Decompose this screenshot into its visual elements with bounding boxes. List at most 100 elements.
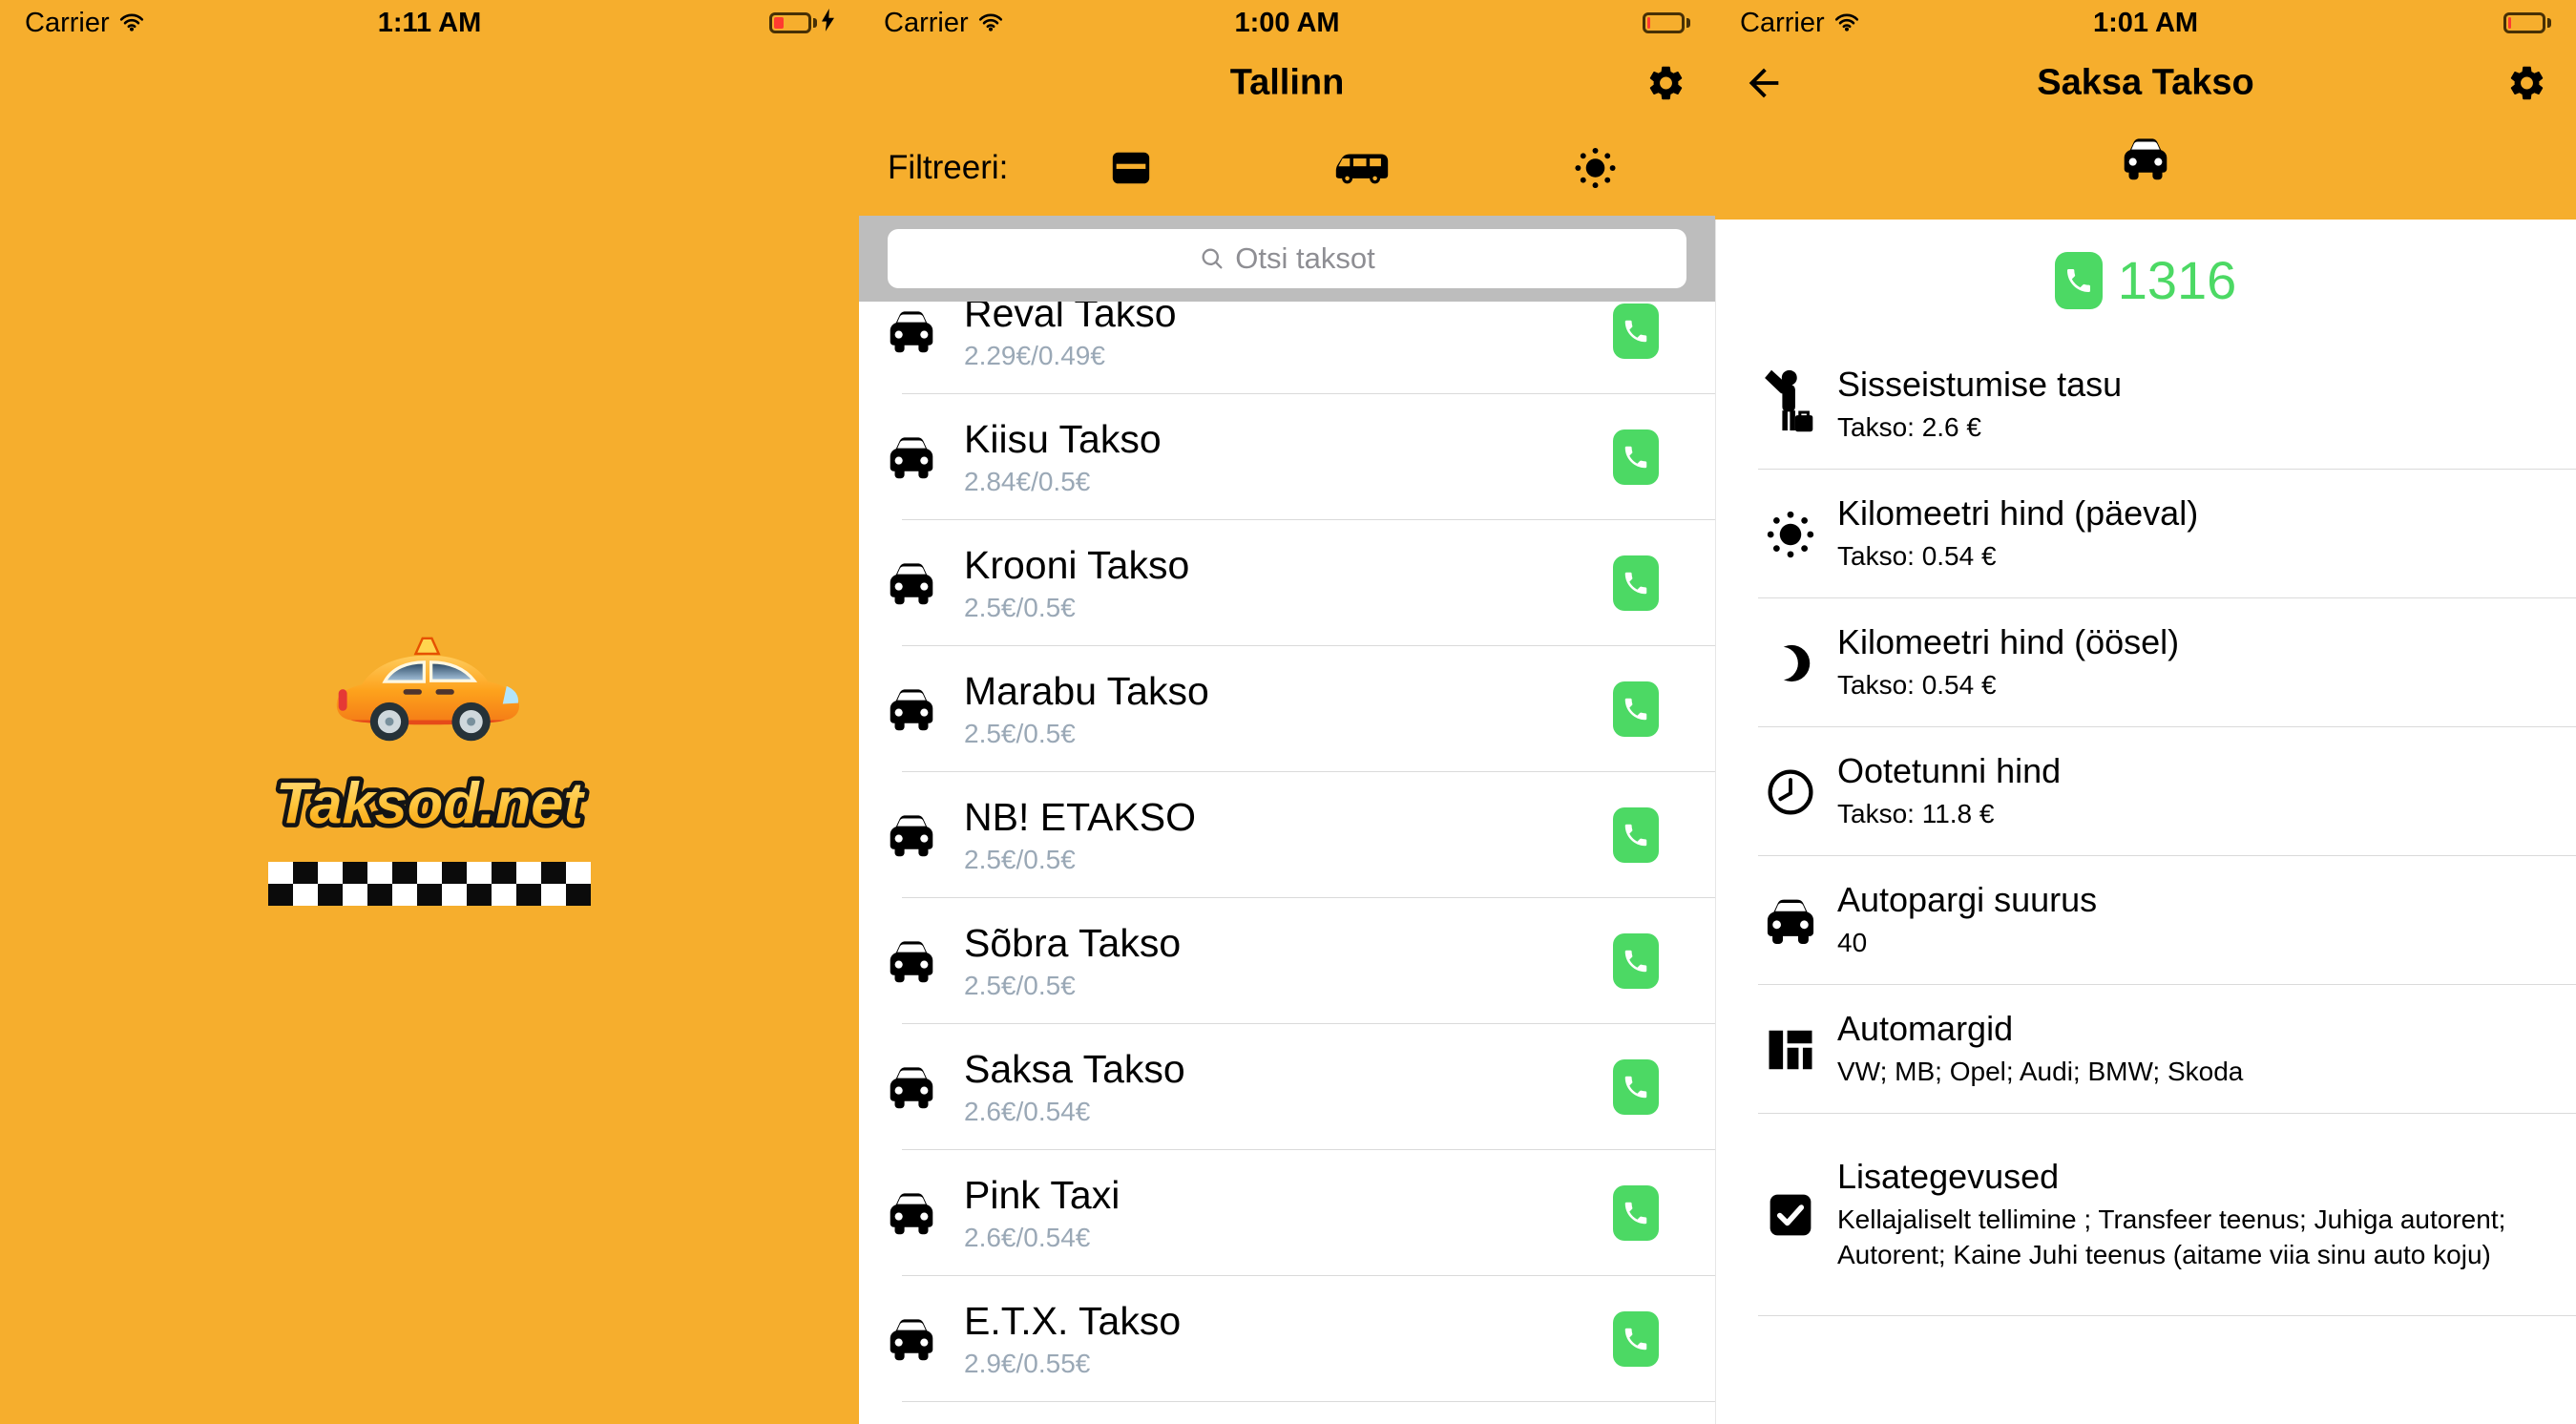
detail-title: Automargid <box>1837 1009 2243 1049</box>
splash-screen: 1:11 AM Carrier <box>0 0 859 1424</box>
car-icon <box>888 1316 935 1362</box>
call-button[interactable] <box>1613 304 1659 359</box>
call-row: 1316 <box>1715 220 2576 341</box>
filter-bar: Filtreeri: <box>859 120 1715 216</box>
detail-title: Kilomeetri hind (päeval) <box>1837 493 2198 534</box>
taxi-name: Sõbra Takso <box>964 921 1181 966</box>
detail-row: Lisategevused Kellajaliselt tellimine ; … <box>1715 1114 2576 1316</box>
taxi-name: Krooni Takso <box>964 543 1189 588</box>
taxi-name: Kiisu Takso <box>964 417 1162 462</box>
grid-icon <box>1763 1024 1818 1076</box>
taxi-list-row[interactable]: Pink Taxi 2.6€/0.54€ <box>859 1150 1715 1276</box>
status-time: 1:01 AM <box>1715 8 2576 39</box>
status-bar: 1:01 AM Carrier <box>1715 0 2576 46</box>
taxi-name: Saksa Takso <box>964 1047 1185 1092</box>
page-title: Saksa Takso <box>1715 63 2576 104</box>
call-button[interactable] <box>1613 429 1659 485</box>
status-time: 1:00 AM <box>859 8 1715 39</box>
detail-row: Sisseistumise tasu Takso: 2.6 € <box>1715 341 2576 470</box>
taxi-name: E.T.X. Takso <box>964 1299 1181 1344</box>
taxi-name: Marabu Takso <box>964 669 1209 714</box>
clock-icon <box>1763 766 1818 818</box>
taxi-price: 2.5€/0.5€ <box>964 719 1209 749</box>
taxi-list-row[interactable]: Sõbra Takso 2.5€/0.5€ <box>859 898 1715 1024</box>
taxi-list-row[interactable]: NB! ETAKSO 2.5€/0.5€ <box>859 772 1715 898</box>
car-icon <box>888 686 935 732</box>
gear-icon[interactable] <box>2506 63 2547 104</box>
car-icon <box>1763 896 1818 946</box>
taxi-detail-screen: 1:01 AM Carrier Saksa Takso <box>1715 0 2576 1424</box>
app-logo: Taksod.net <box>0 634 859 906</box>
detail-header: 1:01 AM Carrier Saksa Takso <box>1715 0 2576 220</box>
car-icon <box>888 812 935 858</box>
call-button[interactable] <box>1613 555 1659 611</box>
call-button[interactable] <box>1613 1185 1659 1241</box>
call-button[interactable] <box>1613 807 1659 863</box>
search-input[interactable]: Otsi taksot <box>888 229 1686 288</box>
call-button[interactable] <box>1613 1059 1659 1115</box>
car-icon <box>888 938 935 984</box>
detail-value: Takso: 11.8 € <box>1837 797 2061 832</box>
taxi-list-row[interactable]: Kiisu Takso 2.84€/0.5€ <box>859 394 1715 520</box>
detail-value: VW; MB; Opel; Audi; BMW; Skoda <box>1837 1055 2243 1090</box>
gear-icon[interactable] <box>1645 63 1686 104</box>
phone-number[interactable]: 1316 <box>2118 249 2237 311</box>
detail-value: 40 <box>1837 926 2097 961</box>
call-button[interactable] <box>1613 681 1659 737</box>
battery-icon <box>2503 12 2551 33</box>
nav-bar: Saksa Takso <box>1715 46 2576 120</box>
taxi-list-row[interactable]: E.T.X. Takso 2.9€/0.55€ <box>859 1276 1715 1402</box>
taxi-price: 2.29€/0.49€ <box>964 341 1177 371</box>
checkered-flag-strip <box>268 862 591 906</box>
person-luggage-icon <box>1763 368 1818 441</box>
brand-wordmark: Taksod.net <box>239 761 620 847</box>
detail-title: Sisseistumise tasu <box>1837 365 2122 405</box>
phone-icon[interactable] <box>2055 252 2103 309</box>
taxi-name: Pink Taxi <box>964 1173 1120 1218</box>
list-header: 1:00 AM Carrier Tallinn Filtreeri: <box>859 0 1715 216</box>
detail-value: Takso: 2.6 € <box>1837 410 2122 446</box>
detail-title: Ootetunni hind <box>1837 751 2061 791</box>
detail-value: Kellajaliselt tellimine ; Transfeer teen… <box>1837 1203 2536 1273</box>
sun-icon <box>1763 509 1818 560</box>
card-filter-icon[interactable] <box>1109 146 1153 190</box>
taxi-price: 2.5€/0.5€ <box>964 845 1196 875</box>
detail-row: Autopargi suurus 40 <box>1715 856 2576 985</box>
charging-bolt-icon <box>822 8 834 39</box>
detail-title: Kilomeetri hind (öösel) <box>1837 622 2179 662</box>
taxi-price: 2.5€/0.5€ <box>964 593 1189 623</box>
brand-text: Taksod.net <box>276 771 585 837</box>
detail-row: Ootetunni hind Takso: 11.8 € <box>1715 727 2576 856</box>
taxi-list-row[interactable]: Marabu Takso 2.5€/0.5€ <box>859 646 1715 772</box>
taxi-price: 2.84€/0.5€ <box>964 467 1162 497</box>
van-filter-icon[interactable] <box>1334 149 1390 187</box>
detail-title: Autopargi suurus <box>1837 880 2097 920</box>
search-band: Otsi taksot <box>859 216 1715 302</box>
search-placeholder: Otsi taksot <box>1235 241 1374 276</box>
detail-value: Takso: 0.54 € <box>1837 668 2179 703</box>
taxi-list-row[interactable]: Krooni Takso 2.5€/0.5€ <box>859 520 1715 646</box>
taxi-price: 2.6€/0.54€ <box>964 1097 1185 1127</box>
car-icon <box>888 1064 935 1110</box>
detail-row: Kilomeetri hind (päeval) Takso: 0.54 € <box>1715 470 2576 598</box>
search-icon <box>1199 245 1225 272</box>
taxi-price: 2.5€/0.5€ <box>964 971 1181 1001</box>
status-bar: 1:00 AM Carrier <box>859 0 1715 46</box>
taxi-list-screen: 1:00 AM Carrier Tallinn Filtreeri: <box>859 0 1715 1424</box>
car-icon-header <box>1715 136 2576 181</box>
call-button[interactable] <box>1613 1311 1659 1367</box>
status-time: 1:11 AM <box>0 8 859 39</box>
detail-row: Kilomeetri hind (öösel) Takso: 0.54 € <box>1715 598 2576 727</box>
call-button[interactable] <box>1613 933 1659 989</box>
taxi-list: Reval Takso 2.29€/0.49€ Kiisu Takso 2.84… <box>859 216 1715 1424</box>
sun-filter-icon[interactable] <box>1573 146 1618 191</box>
filter-label: Filtreeri: <box>888 149 1008 187</box>
taxi-list-row[interactable]: Saksa Takso 2.6€/0.54€ <box>859 1024 1715 1150</box>
detail-title: Lisategevused <box>1837 1157 2536 1197</box>
battery-icon <box>1643 12 1690 33</box>
car-icon <box>888 434 935 480</box>
taxi-price: 2.6€/0.54€ <box>964 1223 1120 1253</box>
car-icon <box>888 560 935 606</box>
taxi-cartoon-icon <box>329 634 530 757</box>
taksod-app: 1:11 AM Carrier <box>0 0 2576 1424</box>
